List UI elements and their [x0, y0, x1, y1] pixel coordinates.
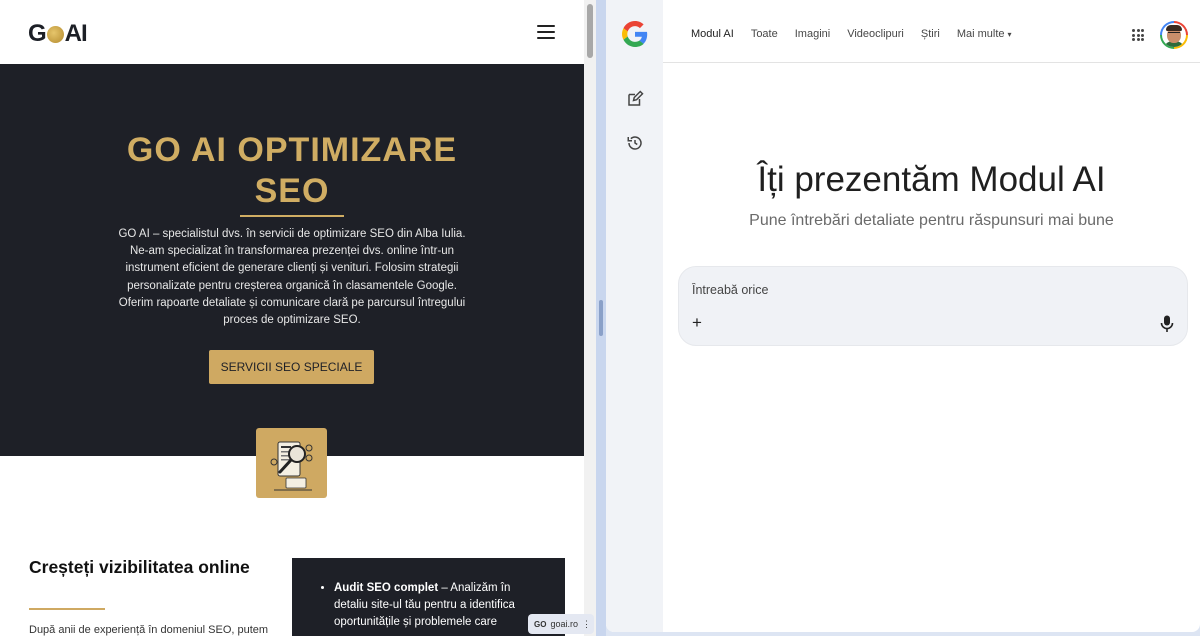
logo-gold-o-icon [46, 25, 64, 43]
tab-modul-ai[interactable]: Modul AI [691, 28, 734, 40]
logo-text-ai: AI [64, 20, 88, 47]
edit-icon[interactable] [626, 90, 644, 108]
history-icon[interactable] [626, 134, 644, 152]
chip-more-icon[interactable]: ⋮ [582, 619, 591, 630]
tab-toate[interactable]: Toate [751, 28, 778, 40]
site-header: G AI [0, 0, 584, 64]
hamburger-menu-icon[interactable] [537, 25, 555, 39]
search-tabs: Modul AI Toate Imagini Videoclipuri Știr… [691, 28, 1012, 40]
account-avatar[interactable] [1160, 21, 1188, 49]
tab-videoclipuri[interactable]: Videoclipuri [847, 28, 904, 40]
mic-icon[interactable] [1160, 315, 1174, 333]
hero-section: GO AI OPTIMIZARE SEO GO AI – specialistu… [0, 64, 584, 456]
audit-seo-label: Audit SEO complet [334, 582, 439, 594]
visibility-title-underline [29, 608, 105, 610]
search-top-bar: Modul AI Toate Imagini Videoclipuri Știr… [663, 0, 1200, 63]
services-list: Audit SEO complet – Analizăm în detaliu … [334, 580, 534, 631]
apps-grid-icon[interactable] [1132, 29, 1144, 41]
hero-title-underline [240, 215, 344, 217]
tab-imagini[interactable]: Imagini [795, 28, 830, 40]
split-view-drag-handle[interactable] [599, 300, 603, 336]
ask-box: + [678, 266, 1188, 346]
visibility-section-title: Creșteți vizibilitatea online [29, 557, 250, 577]
tab-mai-multe[interactable]: Mai multe ▾ [957, 28, 1012, 40]
servicii-seo-button[interactable]: SERVICII SEO SPECIALE [209, 350, 374, 384]
site-status-chip[interactable]: GO goai.ro ⋮ [528, 614, 594, 634]
add-attachment-icon[interactable]: + [692, 314, 702, 332]
list-item: Audit SEO complet – Analizăm în detaliu … [334, 580, 534, 631]
hero-description: GO AI – specialistul dvs. în servicii de… [118, 228, 466, 327]
site-badge: GO [534, 619, 547, 629]
tab-stiri[interactable]: Știri [921, 28, 940, 40]
google-g-icon[interactable] [622, 21, 648, 47]
logo-text-g: G [28, 20, 47, 47]
avatar-photo [1162, 23, 1186, 47]
site-domain: goai.ro [550, 619, 578, 629]
goai-website-pane: G AI GO AI OPTIMIZARE SEO GO AI – special… [0, 0, 596, 636]
ai-mode-title: Îți prezentăm Modul AI [757, 160, 1106, 199]
tab-mai-multe-label: Mai multe [956, 28, 1005, 40]
visibility-section-text: După anii de experiență în domeniul SEO,… [29, 624, 269, 636]
scrollbar-thumb[interactable] [587, 4, 593, 58]
ai-mode-subtitle: Pune întrebări detaliate pentru răspunsu… [749, 212, 1114, 229]
services-card: Audit SEO complet – Analizăm în detaliu … [292, 558, 565, 636]
ask-input[interactable] [692, 281, 1112, 299]
goai-logo[interactable]: G AI [28, 20, 88, 48]
chevron-down-icon: ▾ [1007, 30, 1012, 39]
hero-title: GO AI OPTIMIZARE SEO [126, 131, 458, 210]
left-rail [606, 0, 663, 632]
seo-analysis-illustration-icon [256, 428, 327, 498]
vertical-scrollbar[interactable] [584, 0, 596, 636]
google-ai-mode-pane: Modul AI Toate Imagini Videoclipuri Știr… [606, 0, 1200, 632]
